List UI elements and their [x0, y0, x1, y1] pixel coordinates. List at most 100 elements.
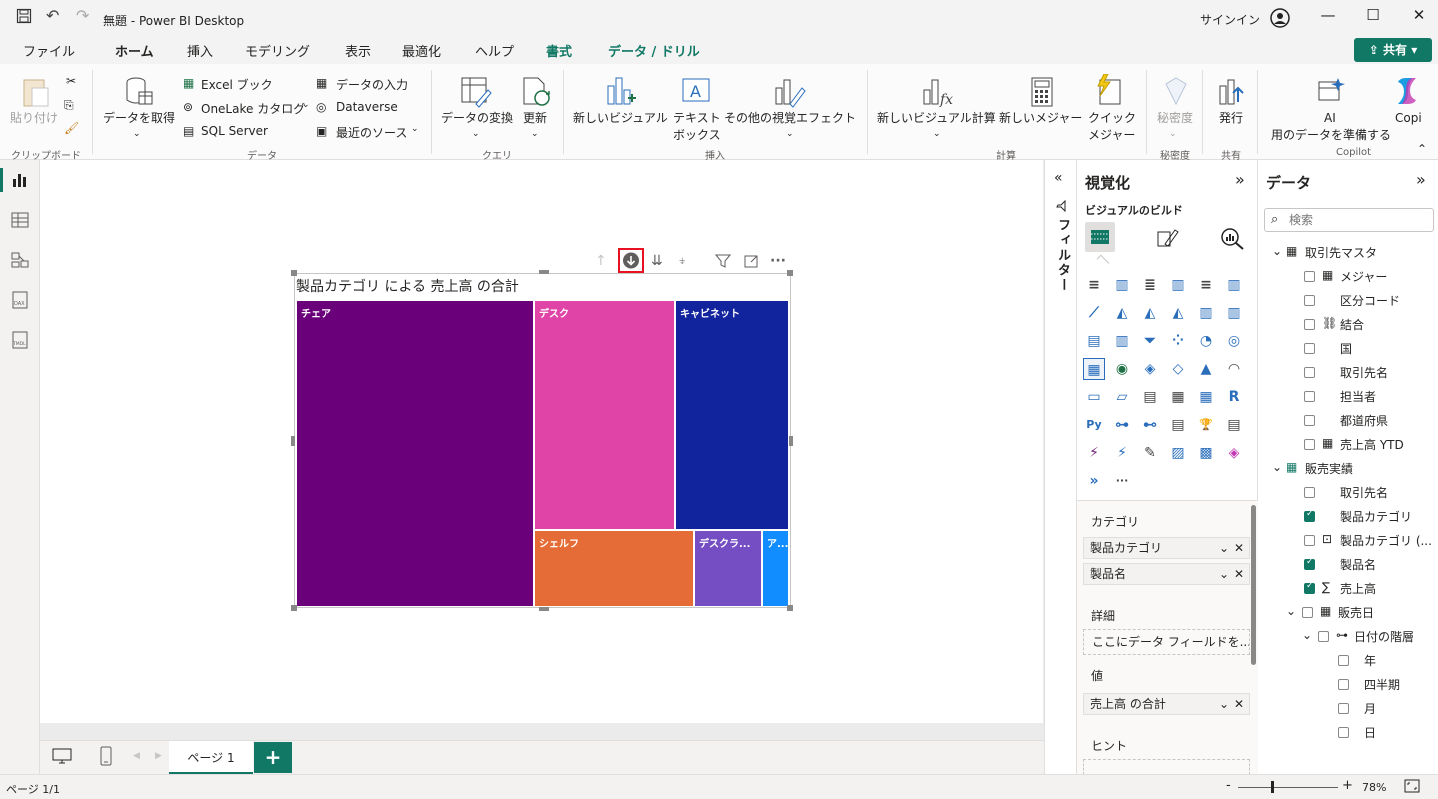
line-column-chart-icon[interactable]: ▥ — [1195, 302, 1217, 324]
paginated-report-icon[interactable]: ▤ — [1223, 414, 1245, 436]
get-data-button[interactable]: データを取得 — [103, 110, 175, 126]
slicer-icon[interactable]: ▤ — [1139, 386, 1161, 408]
treemap-tile[interactable]: シェルフ — [534, 530, 694, 607]
new-visual-calc-button[interactable]: 新しいビジュアル計算 — [877, 110, 996, 126]
more-visuals-button[interactable]: その他の視覚エフェクト — [724, 110, 856, 126]
well-field-pill[interactable]: 製品名 ⌄ ✕ — [1083, 563, 1250, 585]
ai-prep-button[interactable]: AI — [1324, 110, 1336, 126]
next-level-icon[interactable]: ⇊ — [651, 253, 663, 269]
waterfall-chart-icon[interactable]: ▥ — [1111, 330, 1133, 352]
resize-handle[interactable] — [787, 270, 793, 276]
tmdl-view-icon[interactable]: TMDL — [10, 330, 30, 350]
python-visual-icon[interactable]: Py — [1083, 414, 1105, 436]
sql-server-button[interactable]: SQL Server — [201, 124, 268, 138]
stacked-column-chart-icon[interactable]: ▥ — [1111, 274, 1133, 296]
field-checkbox[interactable] — [1304, 535, 1315, 546]
treemap-tile[interactable]: ア... — [762, 530, 789, 607]
field-checkbox[interactable] — [1304, 439, 1315, 450]
100-column-chart-icon[interactable]: ▥ — [1223, 274, 1245, 296]
field-checkbox[interactable] — [1304, 319, 1315, 330]
chevron-down-icon[interactable]: ⌄ — [472, 126, 480, 142]
remove-icon[interactable]: ✕ — [1234, 564, 1244, 584]
tooltips-drop-zone[interactable] — [1083, 759, 1250, 775]
undo-icon[interactable]: ↶ — [46, 6, 59, 25]
field-name[interactable]: 製品カテゴリ (... — [1340, 532, 1432, 549]
more-options-icon[interactable]: ··· — [770, 253, 786, 269]
chevron-down-icon[interactable]: ⌄ — [1169, 126, 1177, 142]
expand-pane-icon[interactable]: « — [1054, 170, 1063, 186]
zoom-in-button[interactable]: + — [1342, 778, 1353, 793]
field-name[interactable]: 月 — [1364, 700, 1376, 717]
minimize-icon[interactable]: — — [1313, 6, 1343, 30]
tab-home[interactable]: ホーム — [115, 41, 154, 67]
narrative-icon[interactable]: » — [1083, 470, 1105, 492]
format-visual-tab[interactable] — [1155, 226, 1179, 253]
chevron-down-icon[interactable]: ⌄ — [933, 126, 941, 142]
field-name[interactable]: 区分コード — [1340, 292, 1400, 309]
field-name[interactable]: 四半期 — [1364, 676, 1400, 693]
field-name[interactable]: 年 — [1364, 652, 1376, 669]
refresh-button[interactable]: 更新 — [523, 110, 547, 126]
field-checkbox[interactable] — [1302, 607, 1313, 618]
previous-page-icon[interactable]: ◀ — [133, 751, 140, 761]
field-checkbox[interactable] — [1318, 631, 1329, 642]
remove-icon[interactable]: ✕ — [1234, 538, 1244, 558]
table-name[interactable]: 販売実績 — [1305, 460, 1353, 477]
qa-visual-icon[interactable]: ✎ — [1139, 442, 1161, 464]
matrix-icon[interactable]: ▦ — [1195, 386, 1217, 408]
tab-format[interactable]: 書式 — [546, 41, 572, 60]
enter-data-button[interactable]: データの入力 — [336, 76, 408, 93]
publish-button[interactable]: 発行 — [1219, 110, 1243, 126]
close-icon[interactable]: ✕ — [1404, 6, 1434, 30]
resize-handle[interactable] — [789, 436, 793, 446]
filled-map-icon[interactable]: ◈ — [1139, 358, 1161, 380]
report-view-icon[interactable] — [10, 170, 30, 190]
field-name[interactable]: 売上高 YTD — [1340, 436, 1404, 453]
line-chart-icon[interactable]: ⟋ — [1083, 302, 1105, 324]
field-checkbox[interactable] — [1304, 391, 1315, 402]
field-name[interactable]: 結合 — [1340, 316, 1364, 333]
field-checkbox[interactable] — [1338, 703, 1349, 714]
tab-modeling[interactable]: モデリング — [245, 41, 310, 60]
pie-chart-icon[interactable]: ◔ — [1195, 330, 1217, 352]
field-checkbox[interactable] — [1304, 415, 1315, 426]
account-icon[interactable] — [1270, 8, 1290, 31]
tab-help[interactable]: ヘルプ — [475, 41, 514, 60]
resize-handle[interactable] — [539, 270, 549, 274]
resize-handle[interactable] — [787, 605, 793, 611]
arcgis-map-icon[interactable]: ▩ — [1195, 442, 1217, 464]
chevron-down-icon[interactable]: ⌄ — [133, 126, 141, 142]
field-name[interactable]: 販売日 — [1338, 604, 1374, 621]
clustered-bar-chart-icon[interactable]: ≣ — [1139, 274, 1161, 296]
well-field-pill[interactable]: 売上高 の合計 ⌄ ✕ — [1083, 693, 1250, 715]
field-name[interactable]: 製品名 — [1340, 556, 1376, 573]
field-name[interactable]: 国 — [1340, 340, 1352, 357]
field-checkbox[interactable] — [1304, 487, 1315, 498]
chevron-down-icon[interactable]: ⌄ — [302, 100, 310, 110]
filter-pane-label[interactable]: フィルター — [1053, 218, 1072, 293]
stacked-bar-chart-icon[interactable]: ≡ — [1083, 274, 1105, 296]
well-field-pill[interactable]: 製品カテゴリ ⌄ ✕ — [1083, 537, 1250, 559]
treemap-icon[interactable]: ▦ — [1083, 358, 1105, 380]
field-name[interactable]: 売上高 — [1340, 580, 1376, 597]
100-area-chart-icon[interactable]: ◭ — [1167, 302, 1189, 324]
chevron-down-icon[interactable]: ⌄ — [1219, 538, 1229, 558]
tab-optimize[interactable]: 最適化 — [402, 41, 441, 60]
add-page-button[interactable]: + — [254, 742, 292, 773]
resize-handle[interactable] — [291, 605, 297, 611]
dax-query-view-icon[interactable]: DAX — [10, 290, 30, 310]
table-name[interactable]: 取引先マスタ — [1305, 244, 1377, 261]
field-name[interactable]: 取引先名 — [1340, 364, 1388, 381]
card-icon[interactable]: ▭ — [1083, 386, 1105, 408]
textbox-button[interactable]: テキスト — [673, 110, 721, 126]
azure-map-icon[interactable]: ▲ — [1195, 358, 1217, 380]
area-chart-icon[interactable]: ◭ — [1111, 302, 1133, 324]
power-apps-icon[interactable]: ⚡ — [1083, 442, 1105, 464]
field-checkbox[interactable] — [1304, 271, 1315, 282]
resize-handle[interactable] — [291, 270, 297, 276]
new-measure-button[interactable]: 新しいメジャー — [999, 110, 1082, 126]
field-checkbox[interactable] — [1338, 679, 1349, 690]
zoom-out-button[interactable]: - — [1226, 778, 1231, 793]
field-checkbox[interactable] — [1304, 295, 1315, 306]
treemap-tile[interactable]: デスク — [534, 300, 675, 530]
